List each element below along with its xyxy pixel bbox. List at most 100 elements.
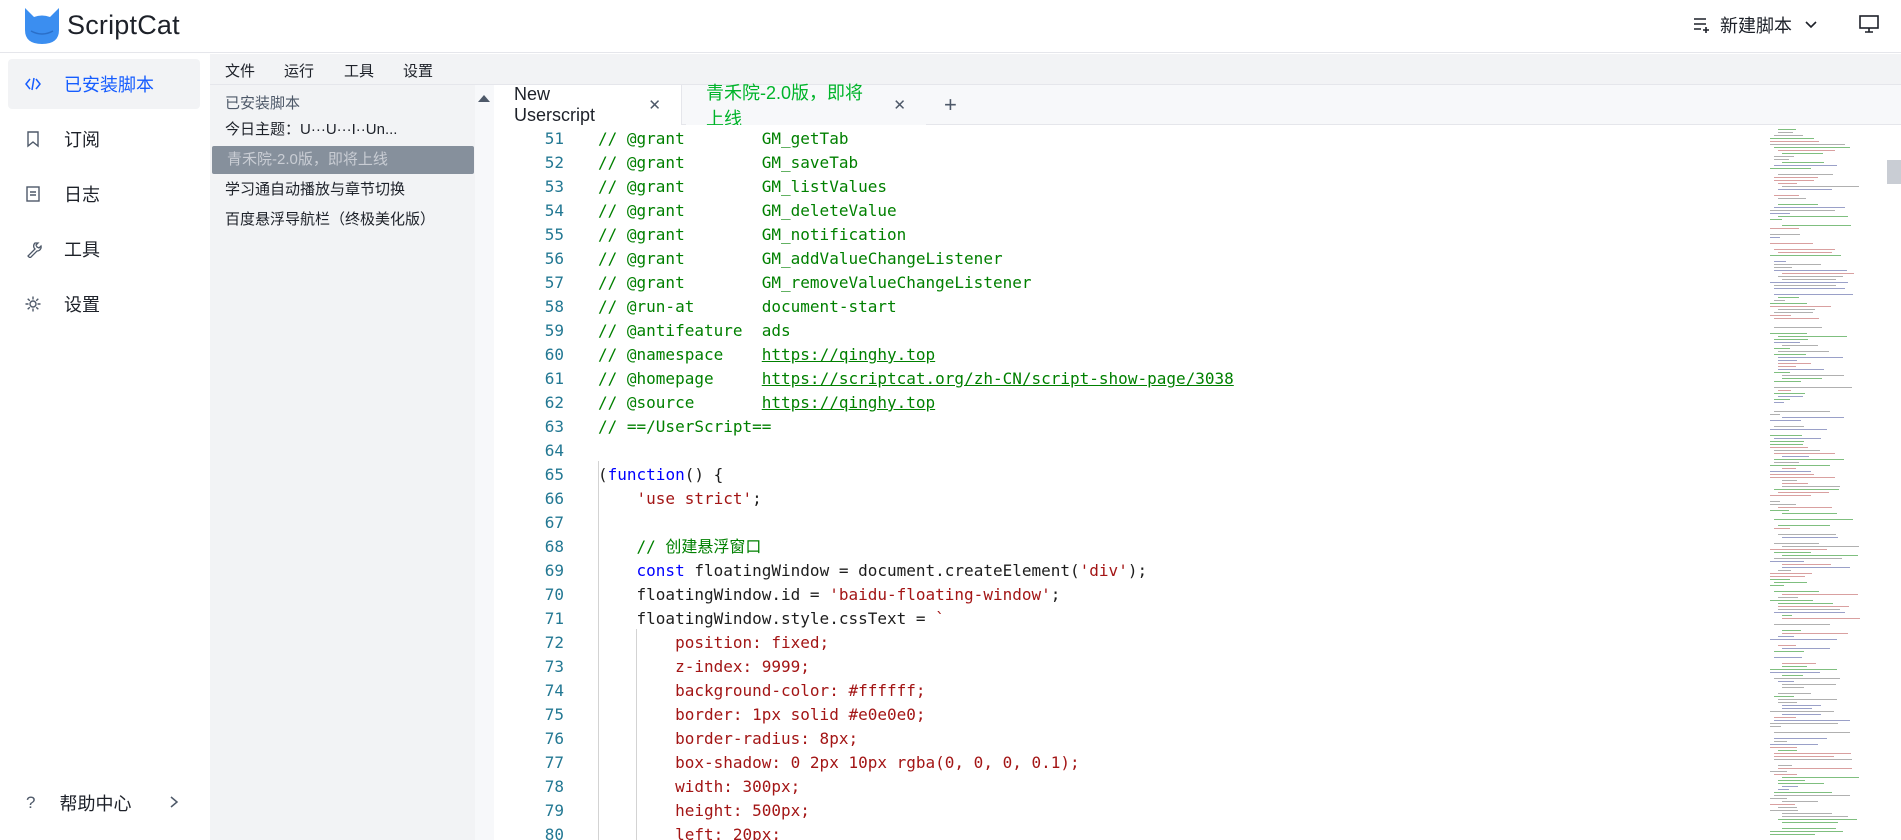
add-tab-icon[interactable]: + — [944, 92, 957, 118]
vertical-scrollbar[interactable] — [1887, 160, 1901, 184]
code-line[interactable]: 70 floatingWindow.id = 'baidu-floating-w… — [494, 583, 1764, 607]
script-list-item[interactable]: 学习通自动播放与章节切换 — [210, 176, 474, 204]
code-line[interactable]: 62 // @source https://qinghy.top — [494, 391, 1764, 415]
code-line[interactable]: 73 z-index: 9999; — [494, 655, 1764, 679]
code-line[interactable]: 51 // @grant GM_getTab — [494, 127, 1764, 151]
menu-settings[interactable]: 设置 — [403, 60, 433, 81]
code-line[interactable]: 76 border-radius: 8px; — [494, 727, 1764, 751]
code-text: // @homepage https://scriptcat.org/zh-CN… — [598, 369, 1234, 388]
minimap-line — [1782, 633, 1848, 634]
sidebar-item-tools[interactable]: 工具 — [8, 224, 200, 274]
sidebar-item-installed-scripts[interactable]: 已安装脚本 — [8, 59, 200, 109]
minimap-line — [1770, 315, 1791, 316]
close-icon[interactable]: ✕ — [648, 96, 661, 114]
code-line[interactable]: 58 // @run-at document-start — [494, 295, 1764, 319]
panel-splitter[interactable] — [475, 85, 494, 840]
code-line[interactable]: 52 // @grant GM_saveTab — [494, 151, 1764, 175]
monitor-icon[interactable] — [1858, 13, 1880, 35]
code-line[interactable]: 69 const floatingWindow = document.creat… — [494, 559, 1764, 583]
minimap-line — [1778, 396, 1803, 397]
minimap-line — [1770, 744, 1818, 745]
tab-new-userscript[interactable]: New Userscript ✕ — [494, 84, 682, 125]
minimap-line — [1770, 723, 1838, 724]
minimap-line — [1774, 165, 1837, 166]
sidebar-item-logs[interactable]: 日志 — [8, 169, 200, 219]
code-line[interactable]: 67 — [494, 511, 1764, 535]
sidebar-item-settings[interactable]: 设置 — [8, 279, 200, 329]
minimap[interactable] — [1770, 125, 1890, 840]
code-text: // @namespace https://qinghy.top — [598, 345, 936, 364]
code-line[interactable]: 79 height: 500px; — [494, 799, 1764, 823]
tab-qinghe-script[interactable]: 青禾院-2.0版，即将上线 ✕ — [686, 83, 926, 129]
minimap-line — [1770, 228, 1799, 229]
code-line[interactable]: 78 width: 300px; — [494, 775, 1764, 799]
minimap-line — [1774, 261, 1786, 262]
minimap-line — [1770, 711, 1834, 712]
minimap-line — [1774, 348, 1790, 349]
code-line[interactable]: 60 // @namespace https://qinghy.top — [494, 343, 1764, 367]
code-text: // @grant GM_addValueChangeListener — [598, 249, 1003, 268]
script-list-item[interactable]: 今日主题：U···U···I··Un... — [210, 116, 474, 144]
minimap-line — [1774, 453, 1835, 454]
minimap-line — [1774, 612, 1845, 613]
code-icon — [25, 77, 41, 91]
code-line[interactable]: 71 floatingWindow.style.cssText = ` — [494, 607, 1764, 631]
code-line[interactable]: 77 box-shadow: 0 2px 10px rgba(0, 0, 0, … — [494, 751, 1764, 775]
code-line[interactable]: 72 position: fixed; — [494, 631, 1764, 655]
code-line[interactable]: 59 // @antifeature ads — [494, 319, 1764, 343]
line-number: 76 — [544, 729, 564, 748]
minimap-line — [1770, 435, 1802, 436]
minimap-line — [1770, 810, 1798, 811]
minimap-line — [1770, 672, 1820, 673]
minimap-line — [1778, 189, 1832, 190]
minimap-line — [1782, 675, 1803, 676]
script-list-item-selected[interactable]: 青禾院-2.0版，即将上线 — [212, 146, 474, 174]
minimap-line — [1770, 441, 1804, 442]
minimap-line — [1770, 429, 1827, 430]
code-text: // @grant GM_notification — [598, 225, 907, 244]
code-line[interactable]: 56 // @grant GM_addValueChangeListener — [494, 247, 1764, 271]
menu-run[interactable]: 运行 — [284, 60, 314, 81]
minimap-line — [1778, 297, 1799, 298]
new-script-dropdown[interactable]: 新建脚本 — [1692, 10, 1818, 40]
code-line[interactable]: 63 // ==/UserScript== — [494, 415, 1764, 439]
code-text: position: fixed; — [598, 633, 830, 652]
minimap-line — [1778, 534, 1836, 535]
minimap-line — [1770, 495, 1811, 496]
minimap-line — [1782, 786, 1798, 787]
minimap-line — [1774, 741, 1787, 742]
code-line[interactable]: 57 // @grant GM_removeValueChangeListener — [494, 271, 1764, 295]
minimap-line — [1782, 648, 1830, 649]
code-line[interactable]: 80 left: 20px; — [494, 823, 1764, 840]
code-text: z-index: 9999; — [598, 657, 810, 676]
collapse-up-icon[interactable] — [478, 95, 490, 102]
code-line[interactable]: 61 // @homepage https://scriptcat.org/zh-… — [494, 367, 1764, 391]
minimap-line — [1778, 336, 1847, 337]
minimap-line — [1770, 306, 1831, 307]
chevron-down-icon — [1805, 21, 1817, 29]
code-line[interactable]: 53 // @grant GM_listValues — [494, 175, 1764, 199]
script-list-item[interactable]: 百度悬浮导航栏（终极美化版） — [210, 206, 474, 234]
sidebar-item-subscriptions[interactable]: 订阅 — [8, 114, 200, 164]
close-icon[interactable]: ✕ — [893, 96, 906, 114]
code-text: // @grant GM_deleteValue — [598, 201, 897, 220]
code-text: // 创建悬浮窗口 — [636, 537, 762, 556]
logo[interactable]: ScriptCat — [21, 3, 180, 47]
code-line[interactable]: 68 // 创建悬浮窗口 — [494, 535, 1764, 559]
code-line[interactable]: 64 — [494, 439, 1764, 463]
minimap-line — [1774, 318, 1819, 319]
code-line[interactable]: 74 background-color: #ffffff; — [494, 679, 1764, 703]
code-line[interactable]: 55 // @grant GM_notification — [494, 223, 1764, 247]
minimap-line — [1782, 816, 1848, 817]
code-editor[interactable]: 51 // @grant GM_getTab 52 // @grant GM_save… — [494, 125, 1901, 840]
code-line[interactable]: 65 (function() { — [494, 463, 1764, 487]
sidebar-item-label: 日志 — [64, 185, 100, 205]
minimap-line — [1774, 696, 1794, 697]
menu-file[interactable]: 文件 — [225, 60, 255, 81]
code-line[interactable]: 66 'use strict'; — [494, 487, 1764, 511]
code-line[interactable]: 75 border: 1px solid #e0e0e0; — [494, 703, 1764, 727]
sidebar-item-label: 工具 — [64, 240, 100, 260]
code-line[interactable]: 54 // @grant GM_deleteValue — [494, 199, 1764, 223]
menu-tools[interactable]: 工具 — [344, 60, 374, 81]
help-center[interactable]: ? 帮助中心 — [8, 778, 200, 828]
